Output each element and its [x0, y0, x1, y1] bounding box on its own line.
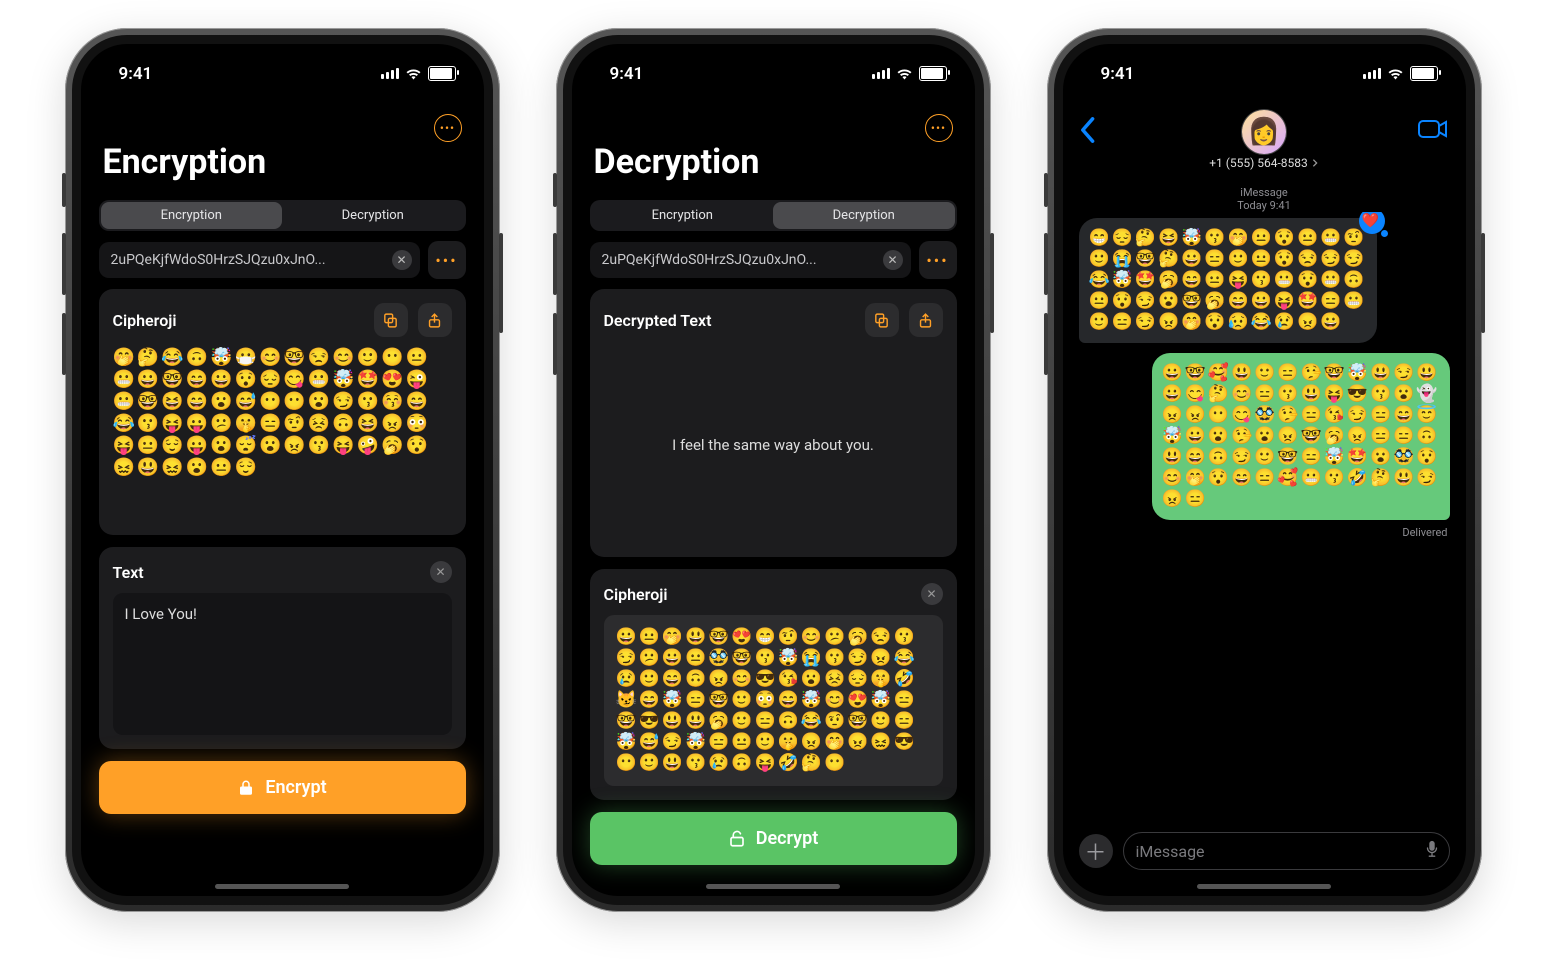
cipher-emoji-input[interactable]: 😀😐🤭😃🤓😍😁🤨😊😕🥱😒😗😏😕😀😐🥸🤓😗🤯😭😗😏😠😂😢🙂😄🙃😠😊😎😘😮😣😔🤫🤣😼… — [604, 615, 943, 786]
share-button[interactable] — [909, 303, 943, 337]
wifi-icon — [1387, 68, 1404, 80]
text-input-card: Text ✕ I Love You! — [99, 547, 466, 749]
tab-decryption[interactable]: Decryption — [773, 202, 955, 229]
key-field[interactable]: 2uPQeKjfWdoS0HrzSJQzu0xJnO... ✕ — [99, 242, 420, 278]
device-decryption: 9:41 ••• Decryption Encryption Decryptio… — [556, 28, 991, 912]
home-indicator[interactable] — [1197, 884, 1331, 889]
lock-closed-icon — [237, 779, 255, 797]
dynamic-island — [710, 56, 836, 92]
status-time: 9:41 — [610, 64, 644, 84]
tab-encryption[interactable]: Encryption — [101, 202, 283, 229]
status-time: 9:41 — [1101, 64, 1135, 84]
decrypted-text-output: I feel the same way about you. — [604, 347, 943, 543]
text-label: Text — [113, 563, 144, 582]
cipher-label: Cipheroji — [113, 311, 177, 330]
dictation-icon[interactable] — [1425, 840, 1439, 862]
encrypt-button[interactable]: Encrypt — [99, 761, 466, 814]
delivered-label: Delivered — [1402, 526, 1449, 539]
decrypted-output-card: Decrypted Text I feel the same way about… — [590, 289, 957, 557]
decrypt-button[interactable]: Decrypt — [590, 812, 957, 865]
cellular-icon — [381, 68, 399, 79]
cipher-output-card: Cipheroji 🤭🤔😂🙃🤯😷😊🤓😒😊🙂😶😐😬😀🤓😄😀😯😔😋😬🤯🤩😍😜😬🤓😆😄… — [99, 289, 466, 535]
mode-segmented-control[interactable]: Encryption Decryption — [99, 200, 466, 231]
more-menu-button[interactable]: ••• — [925, 114, 953, 142]
contact-header[interactable]: +1 (555) 564-8583 — [1077, 104, 1452, 170]
key-options-button[interactable]: ••• — [919, 241, 957, 279]
clear-text-button[interactable]: ✕ — [430, 561, 452, 583]
wifi-icon — [405, 68, 422, 80]
decrypted-label: Decrypted Text — [604, 311, 712, 330]
status-time: 9:41 — [119, 64, 153, 84]
page-title: Decryption — [572, 98, 975, 194]
cipher-input-card: Cipheroji ✕ 😀😐🤭😃🤓😍😁🤨😊😕🥱😒😗😏😕😀😐🥸🤓😗🤯😭😗😏😠😂😢🙂… — [590, 569, 957, 800]
lock-open-icon — [728, 830, 746, 848]
dynamic-island — [219, 56, 345, 92]
cellular-icon — [872, 68, 890, 79]
key-value: 2uPQeKjfWdoS0HrzSJQzu0xJnO... — [602, 252, 817, 268]
tab-encryption[interactable]: Encryption — [592, 202, 774, 229]
cipher-emoji-output: 🤭🤔😂🙃🤯😷😊🤓😒😊🙂😶😐😬😀🤓😄😀😯😔😋😬🤯🤩😍😜😬🤓😆😄😮😅😶😶😮😏😗😚😄😂… — [113, 347, 452, 479]
contact-number: +1 (555) 564-8583 — [1209, 156, 1308, 170]
clear-key-button[interactable]: ✕ — [392, 250, 412, 270]
home-indicator[interactable] — [706, 884, 840, 889]
messages-header: +1 (555) 564-8583 — [1063, 98, 1466, 176]
key-field[interactable]: 2uPQeKjfWdoS0HrzSJQzu0xJnO... ✕ — [590, 242, 911, 278]
battery-icon — [919, 66, 947, 81]
page-title: Encryption — [81, 98, 484, 194]
facetime-button[interactable] — [1418, 118, 1448, 144]
avatar — [1242, 110, 1286, 154]
tapback-heart[interactable]: ❤️ — [1359, 212, 1385, 234]
copy-button[interactable] — [865, 303, 899, 337]
dynamic-island — [1201, 56, 1327, 92]
back-button[interactable] — [1077, 116, 1097, 148]
cipher-label: Cipheroji — [604, 585, 668, 604]
battery-icon — [428, 66, 456, 81]
battery-icon — [1410, 66, 1438, 81]
mode-segmented-control[interactable]: Encryption Decryption — [590, 200, 957, 231]
copy-button[interactable] — [374, 303, 408, 337]
cellular-icon — [1363, 68, 1381, 79]
message-placeholder: iMessage — [1136, 842, 1205, 861]
chevron-right-icon — [1311, 158, 1319, 168]
clear-key-button[interactable]: ✕ — [883, 250, 903, 270]
attach-button[interactable]: ＋ — [1079, 834, 1113, 868]
share-button[interactable] — [418, 303, 452, 337]
device-messages: 9:41 +1 (555) 564-8583 — [1047, 28, 1482, 912]
thread-meta: iMessage Today 9:41 — [1063, 186, 1466, 212]
incoming-message[interactable]: 😁😔🤔😆🤯😗🤭😐😯😐😬🤨🙂😭🤓🤔😀😑🙂😐😯😒😏😏😂🤯🤩🥱😄😐😝😗😬😯😬🙃😐😯😏😮… — [1079, 218, 1377, 343]
decrypt-button-label: Decrypt — [756, 828, 819, 849]
key-options-button[interactable]: ••• — [428, 241, 466, 279]
message-thread[interactable]: 😁😔🤔😆🤯😗🤭😐😯😐😬🤨🙂😭🤓🤔😀😑🙂😐😯😒😏😏😂🤯🤩🥱😄😐😝😗😬😯😬🙃😐😯😏😮… — [1063, 212, 1466, 822]
key-value: 2uPQeKjfWdoS0HrzSJQzu0xJnO... — [111, 252, 326, 268]
wifi-icon — [896, 68, 913, 80]
encrypt-button-label: Encrypt — [265, 777, 326, 798]
more-menu-button[interactable]: ••• — [434, 114, 462, 142]
home-indicator[interactable] — [215, 884, 349, 889]
text-input[interactable]: I Love You! — [113, 593, 452, 735]
message-input[interactable]: iMessage — [1123, 832, 1450, 870]
tab-decryption[interactable]: Decryption — [282, 202, 464, 229]
device-encryption: 9:41 ••• Encryption Encryption Decryptio… — [65, 28, 500, 912]
outgoing-message[interactable]: 😀🤓🥰😃🙂😑🤥🤓🤯😃😏😃😀😋🤔😊😑😗😃😝😎😗😮👻😠😠😶😋🥸🤥😑😘😏😑😄😇🤯😀😮🤥… — [1152, 353, 1450, 520]
clear-cipher-button[interactable]: ✕ — [921, 583, 943, 605]
